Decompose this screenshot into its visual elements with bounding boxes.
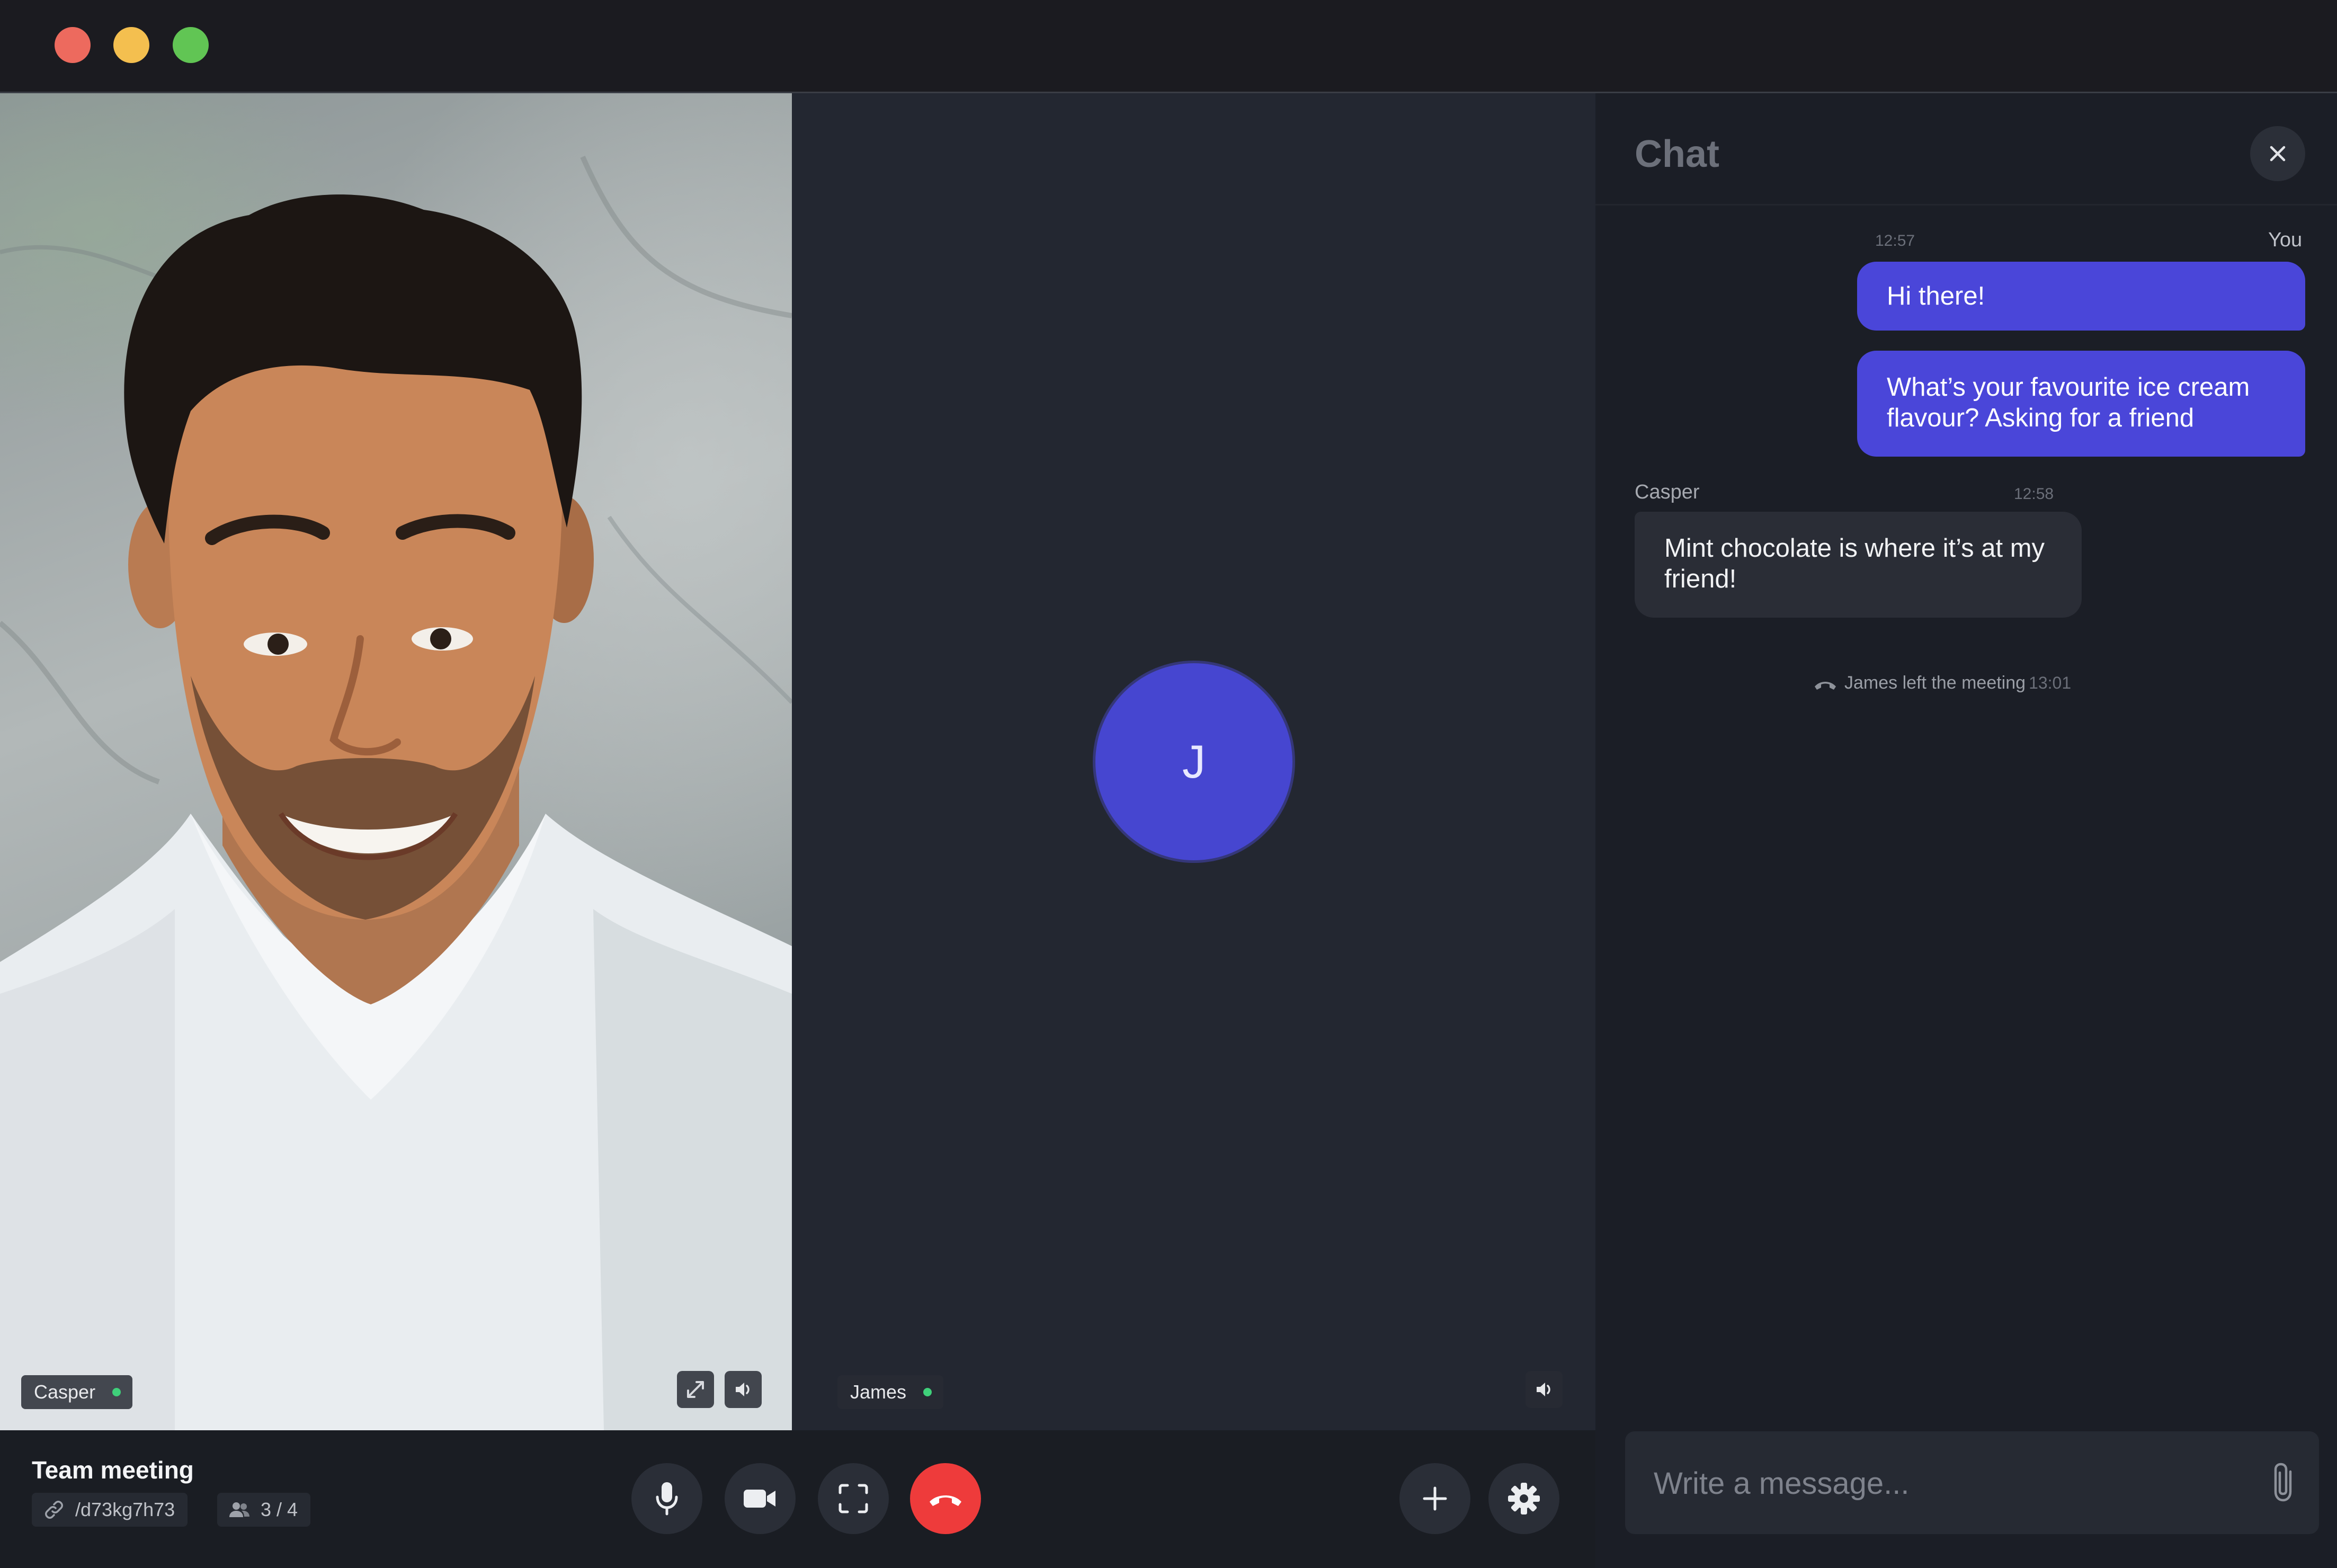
participant-tag-james: James	[837, 1375, 944, 1409]
title-bar	[0, 0, 2337, 93]
expand-tile-button[interactable]	[677, 1371, 714, 1408]
message-sender: Casper	[1635, 481, 1700, 503]
volume-button-casper[interactable]	[725, 1371, 762, 1408]
camera-button[interactable]	[725, 1463, 796, 1534]
system-event-text: James left the meeting	[1844, 673, 2026, 693]
video-tile-casper: Casper	[0, 93, 792, 1430]
settings-button[interactable]	[1488, 1463, 1559, 1534]
casper-video-feed	[0, 155, 792, 1430]
speaker-icon	[1537, 1383, 1550, 1396]
chat-message-incoming: Mint chocolate is where it’s at my frien…	[1635, 512, 2082, 618]
close-window-button[interactable]	[55, 27, 91, 63]
message-input[interactable]	[1653, 1453, 2237, 1514]
minimize-window-button[interactable]	[113, 27, 149, 63]
hang-up-button[interactable]	[910, 1463, 981, 1534]
hang-up-icon	[1815, 682, 1836, 690]
chat-title: Chat	[1635, 133, 1719, 175]
message-timestamp: 12:57	[1875, 232, 1915, 250]
call-toolbar: Team meeting /d73kg7h73 3 / 4	[0, 1430, 1595, 1568]
chat-panel: Chat 12:57 You Hi there! What’s your fav…	[1595, 93, 2337, 1568]
attachment-icon[interactable]	[2269, 1461, 2301, 1504]
online-status-dot	[923, 1388, 932, 1396]
meeting-title: Team meeting	[32, 1456, 194, 1484]
meeting-link: /d73kg7h73	[75, 1499, 175, 1520]
microphone-button[interactable]	[631, 1463, 702, 1534]
add-icon	[1423, 1486, 1447, 1511]
chat-message-outgoing: What’s your favourite ice cream flavour?…	[1857, 351, 2305, 457]
participant-count: 3 / 4	[261, 1499, 298, 1520]
add-button[interactable]	[1399, 1463, 1470, 1534]
close-icon	[2270, 146, 2286, 162]
message-composer	[1625, 1431, 2319, 1534]
participant-tag-casper: Casper	[21, 1375, 133, 1409]
fullscreen-icon	[839, 1484, 868, 1513]
chat-header: Chat	[1595, 93, 2337, 206]
system-event: James left the meeting 13:01	[1813, 673, 2071, 698]
fullscreen-button[interactable]	[818, 1463, 889, 1534]
chat-message-outgoing: Hi there!	[1857, 262, 2305, 331]
expand-icon	[687, 1381, 704, 1398]
microphone-icon	[656, 1482, 678, 1516]
volume-button-james[interactable]	[1526, 1371, 1563, 1408]
meeting-link-chip[interactable]: /d73kg7h73	[32, 1493, 188, 1527]
participant-name: James	[850, 1381, 907, 1403]
participant-name: Casper	[34, 1381, 96, 1403]
participants-icon	[229, 1502, 249, 1517]
link-icon	[45, 1501, 63, 1519]
participants-count-chip[interactable]: 3 / 4	[217, 1493, 311, 1527]
settings-icon	[1508, 1483, 1540, 1514]
close-chat-button[interactable]	[2250, 126, 2305, 181]
hang-up-icon	[930, 1495, 961, 1506]
system-event-time: 13:01	[2029, 673, 2072, 692]
zoom-window-button[interactable]	[173, 27, 209, 63]
app-window: Casper James J Team meeting /d73kg7h73 3…	[0, 0, 2337, 1568]
online-status-dot	[112, 1388, 121, 1396]
avatar-james: J	[1095, 663, 1292, 860]
message-sender: You	[2268, 229, 2303, 251]
video-camera-icon	[744, 1490, 775, 1508]
speaker-icon	[736, 1383, 750, 1396]
message-timestamp: 12:58	[2014, 485, 2054, 503]
